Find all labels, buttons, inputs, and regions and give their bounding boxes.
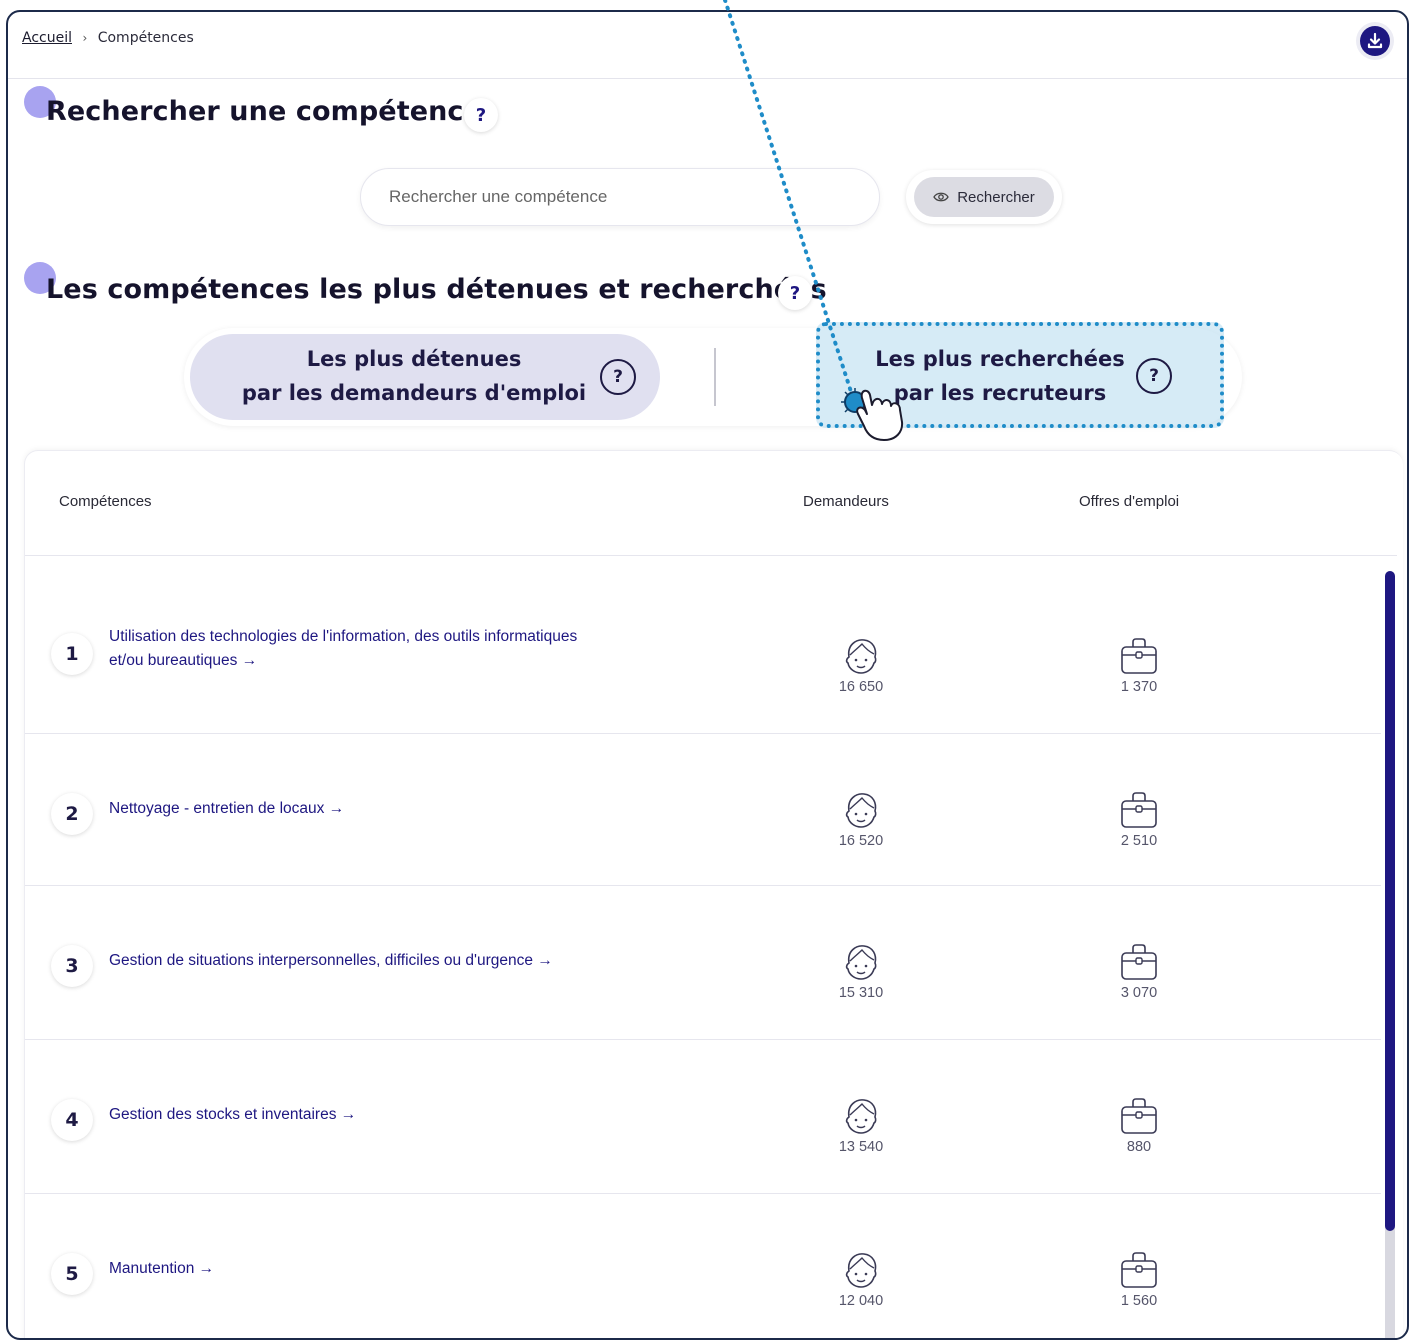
tab-most-held[interactable]: Les plus détenues par les demandeurs d'e…: [190, 334, 660, 420]
scrollbar-track[interactable]: [1385, 571, 1395, 1338]
rank-badge: 4: [51, 1099, 93, 1141]
skills-table: Compétences Demandeurs Offres d'emploi 1…: [24, 450, 1403, 1338]
seekers-metric: 15 310: [821, 941, 901, 1001]
table-row: 3 Gestion de situations interpersonnelles…: [25, 885, 1381, 1040]
breadcrumb-separator: ›: [82, 31, 88, 45]
header-divider: [25, 555, 1397, 556]
skill-link[interactable]: Gestion de situations interpersonnelles,…: [109, 949, 589, 973]
breadcrumb: Accueil › Compétences: [22, 30, 194, 46]
rank-badge: 3: [51, 945, 93, 987]
top-bar: Accueil › Compétences: [8, 12, 1407, 79]
offers-metric: 2 510: [1099, 789, 1179, 849]
search-help-button[interactable]: ?: [464, 98, 498, 132]
tab-most-held-help-icon[interactable]: ?: [600, 359, 636, 395]
rank-badge: 2: [51, 793, 93, 835]
tab-most-held-line1: Les plus détenues: [306, 347, 522, 371]
face-icon: [821, 1095, 901, 1137]
table-row: 2 Nettoyage - entretien de locaux → 16 520…: [25, 733, 1381, 886]
offers-count: 880: [1126, 1139, 1152, 1155]
seekers-count: 15 310: [838, 985, 884, 1001]
breadcrumb-current: Compétences: [97, 30, 194, 46]
column-header-skills: Compétences: [59, 493, 152, 510]
offers-metric: 880: [1099, 1095, 1179, 1155]
offers-metric: 3 070: [1099, 941, 1179, 1001]
breadcrumb-home-link[interactable]: Accueil: [22, 30, 72, 46]
briefcase-icon: [1099, 1249, 1179, 1291]
seekers-metric: 13 540: [821, 1095, 901, 1155]
seekers-count: 16 650: [838, 679, 884, 695]
face-icon: [821, 1249, 901, 1291]
column-header-offers: Offres d'emploi: [1079, 493, 1180, 510]
offers-count: 3 070: [1120, 985, 1158, 1001]
briefcase-icon: [1099, 1095, 1179, 1137]
face-icon: [821, 635, 901, 677]
search-button-label: Rechercher: [957, 188, 1035, 206]
skill-link[interactable]: Manutention →: [109, 1257, 589, 1281]
seekers-metric: 16 650: [821, 635, 901, 695]
search-input[interactable]: [360, 168, 880, 226]
briefcase-icon: [1099, 635, 1179, 677]
skill-link[interactable]: Utilisation des technologies de l'inform…: [109, 625, 589, 673]
offers-count: 2 510: [1120, 833, 1158, 849]
table-row: 1 Utilisation des technologies de l'infor…: [25, 567, 1381, 734]
tab-most-held-label: Les plus détenues par les demandeurs d'e…: [224, 342, 604, 410]
tab-most-sought-line1: Les plus recherchées: [875, 347, 1125, 371]
search-button[interactable]: Rechercher: [914, 177, 1054, 217]
seekers-metric: 12 040: [821, 1249, 901, 1309]
seekers-metric: 16 520: [821, 789, 901, 849]
tab-most-sought-label: Les plus recherchées par les recruteurs: [850, 342, 1150, 410]
offers-metric: 1 370: [1099, 635, 1179, 695]
seekers-count: 13 540: [838, 1139, 884, 1155]
scrollbar-thumb[interactable]: [1385, 571, 1395, 1231]
briefcase-icon: [1099, 789, 1179, 831]
app-window: Accueil › Compétences Rechercher une com…: [6, 10, 1409, 1340]
tab-most-sought[interactable]: Les plus recherchées par les recruteurs …: [816, 322, 1224, 428]
search-button-wrapper: Rechercher: [906, 170, 1062, 224]
face-icon: [821, 789, 901, 831]
face-icon: [821, 941, 901, 983]
column-header-seekers: Demandeurs: [803, 493, 889, 510]
top-skills-title: Les compétences les plus détenues et rec…: [46, 274, 827, 305]
skill-link[interactable]: Nettoyage - entretien de locaux →: [109, 797, 589, 821]
offers-count: 1 370: [1120, 679, 1158, 695]
rank-badge: 1: [51, 633, 93, 675]
tab-toggle: Les plus détenues par les demandeurs d'e…: [184, 322, 1242, 428]
seekers-count: 12 040: [838, 1293, 884, 1309]
rank-badge: 5: [51, 1253, 93, 1295]
offers-metric: 1 560: [1099, 1249, 1179, 1309]
download-button[interactable]: [1356, 22, 1394, 60]
top-skills-help-button[interactable]: ?: [778, 276, 812, 310]
briefcase-icon: [1099, 941, 1179, 983]
tab-most-sought-help-icon[interactable]: ?: [1136, 358, 1172, 394]
offers-count: 1 560: [1120, 1293, 1158, 1309]
tab-most-held-line2: par les demandeurs d'emploi: [241, 381, 587, 405]
eye-icon: [933, 192, 949, 202]
download-icon: [1360, 26, 1390, 56]
search-section-title: Rechercher une compétence: [46, 96, 482, 127]
table-row: 4 Gestion des stocks et inventaires → 13 5…: [25, 1039, 1381, 1194]
tab-most-sought-line2: par les recruteurs: [893, 381, 1107, 405]
skill-link[interactable]: Gestion des stocks et inventaires →: [109, 1103, 589, 1127]
table-row: 5 Manutention → 12 040 1 560: [25, 1193, 1381, 1338]
tab-divider: [714, 348, 716, 406]
seekers-count: 16 520: [838, 833, 884, 849]
